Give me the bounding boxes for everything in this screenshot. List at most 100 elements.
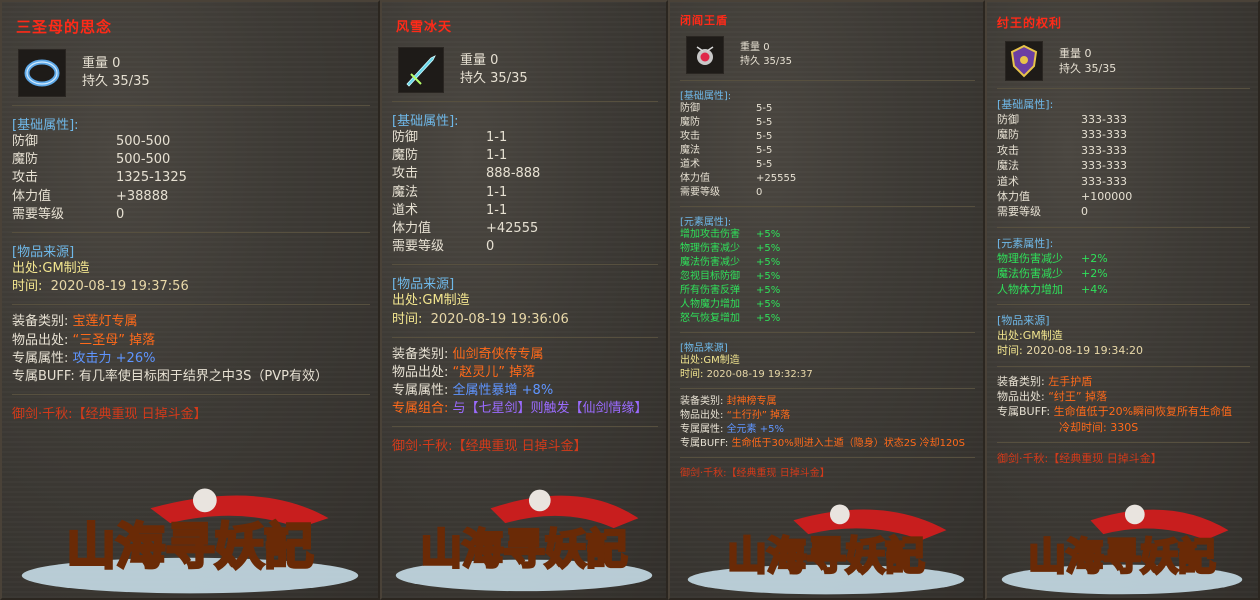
weight-label: 重量 [1059,46,1081,60]
element-value: +5% [756,243,781,254]
stat-value: 1325-1325 [116,170,187,186]
stat-label: 攻击 [997,143,1019,157]
stat-value: 1-1 [486,148,508,164]
logo-text: 山海寻妖記 [727,534,924,580]
stat-label: 魔防 [392,148,419,164]
logo-text: 山海寻妖記 [420,525,627,574]
item-name: 三圣母的思念 [16,18,113,36]
equip-value: 宝莲灯专属 [72,314,138,330]
stat-label: 道术 [392,202,419,218]
ring-icon [18,49,66,97]
element-label: 增加攻击伤害 [680,229,740,240]
stat-label: 体力值 [680,173,710,184]
element-label: 魔法伤害减少 [997,267,1063,281]
game-logo: 山海寻妖記 [2,468,378,598]
divider [680,388,975,389]
durability-value: 35/35 [112,74,150,89]
server-slogan: 御剑·千秋:【经典重现 日掉斗金】 [997,452,1162,466]
stat-label: 体力值 [392,220,432,236]
base-attr-header: [基础属性]: [12,118,79,133]
source-label: 出处: [680,355,704,366]
stat-value: +100000 [1081,189,1133,203]
stat-value: +38888 [116,188,169,204]
weight-value: 0 [112,55,121,71]
stat-value: 333-333 [1081,128,1127,142]
stat-value: 333-333 [1081,159,1127,173]
stat-value: 0 [486,239,495,255]
source-header: [物品来源] [680,343,728,354]
durability-value: 35/35 [1084,62,1117,75]
element-attr-header: [元素属性]: [997,236,1054,250]
stat-value: 888-888 [486,166,541,182]
game-logo: 山海寻妖記 [382,468,666,598]
stat-label: 需要等级 [12,206,65,222]
stat-label: 防御 [680,103,700,114]
item-tooltip-gallery: 三圣母的思念 重量 0 持久 35/35 [基础属性]: 防御 500-500 魔… [0,0,1260,600]
durability-label: 持久 [82,74,109,89]
logo-text: 山海寻妖記 [1028,535,1215,579]
divider [680,80,975,81]
exclusive-label: 专属属性: [12,350,69,366]
time-value: 2020-08-19 19:32:37 [706,369,813,380]
source-header: [物品来源] [392,277,455,293]
element-label: 人物魔力增加 [680,299,740,310]
divider [392,426,658,428]
time-label: 时间: [392,311,423,327]
stat-value: 500-500 [116,134,171,149]
exclusive-value: 攻击力 +26% [72,350,156,366]
durability-value: 35/35 [763,56,793,67]
buff-value: 生命低于30%则进入土遁（隐身）状态2S 冷却120S [731,438,966,449]
stat-value: +25555 [756,173,797,184]
element-label: 忽视目标防御 [680,271,740,282]
weight-label: 重量 [82,55,109,71]
origin-value: “赵灵儿” 掉落 [452,364,536,380]
divider [680,332,975,333]
time-value: 2020-08-19 19:34:20 [1026,344,1144,358]
equip-label: 装备类别: [997,374,1045,388]
divider [680,206,975,207]
buff-value: 有几率使目标困于结界之中3S（PVP有效） [78,368,329,384]
stat-label: 需要等级 [680,187,720,198]
durability-label: 持久 [1059,62,1081,75]
stat-value: 5-5 [756,131,773,142]
base-attr-header: [基础属性]: [680,91,732,102]
base-attr-header: [基础属性]: [392,114,459,129]
stat-label: 需要等级 [997,205,1041,219]
stat-label: 魔法 [392,184,419,200]
element-value: +5% [756,257,781,268]
item-name: 闭阎王盾 [680,14,728,27]
source-value: GM制造 [703,355,740,366]
stat-value: 0 [756,187,763,198]
stat-label: 魔法 [997,159,1019,173]
stat-value: 1-1 [486,202,508,218]
element-label: 怒气恢复增加 [680,313,740,324]
time-label: 时间: [12,279,43,295]
divider [392,264,658,266]
origin-label: 物品出处: [680,410,724,421]
stat-label: 体力值 [997,189,1030,203]
stat-label: 魔法 [680,145,700,156]
sword-icon [398,47,444,93]
stat-value: 333-333 [1081,143,1127,157]
time-label: 时间: [680,369,704,380]
server-slogan: 御剑·千秋:【经典重现 日掉斗金】 [392,439,587,455]
buff-label: 专属BUFF: [997,405,1051,419]
weight-value: 0 [490,52,499,68]
stat-label: 体力值 [12,188,52,204]
source-label: 出处: [997,328,1023,342]
divider [997,88,1250,89]
origin-value: “三圣母” 掉落 [72,332,156,348]
divider [680,457,975,458]
stat-label: 道术 [997,174,1019,188]
stat-label: 魔防 [680,117,700,128]
stat-value: 5-5 [756,159,773,170]
buff-cooldown: 冷却时间: 330S [1059,420,1139,434]
server-slogan: 御剑·千秋:【经典重现 日掉斗金】 [12,407,207,423]
game-logo: 山海寻妖記 [670,488,983,598]
stat-label: 攻击 [12,170,39,186]
stat-label: 防御 [12,134,39,149]
equip-label: 装备类别: [12,314,69,330]
stat-label: 需要等级 [392,239,445,255]
source-label: 出处: [392,293,423,309]
element-label: 魔法伤害减少 [680,257,740,268]
